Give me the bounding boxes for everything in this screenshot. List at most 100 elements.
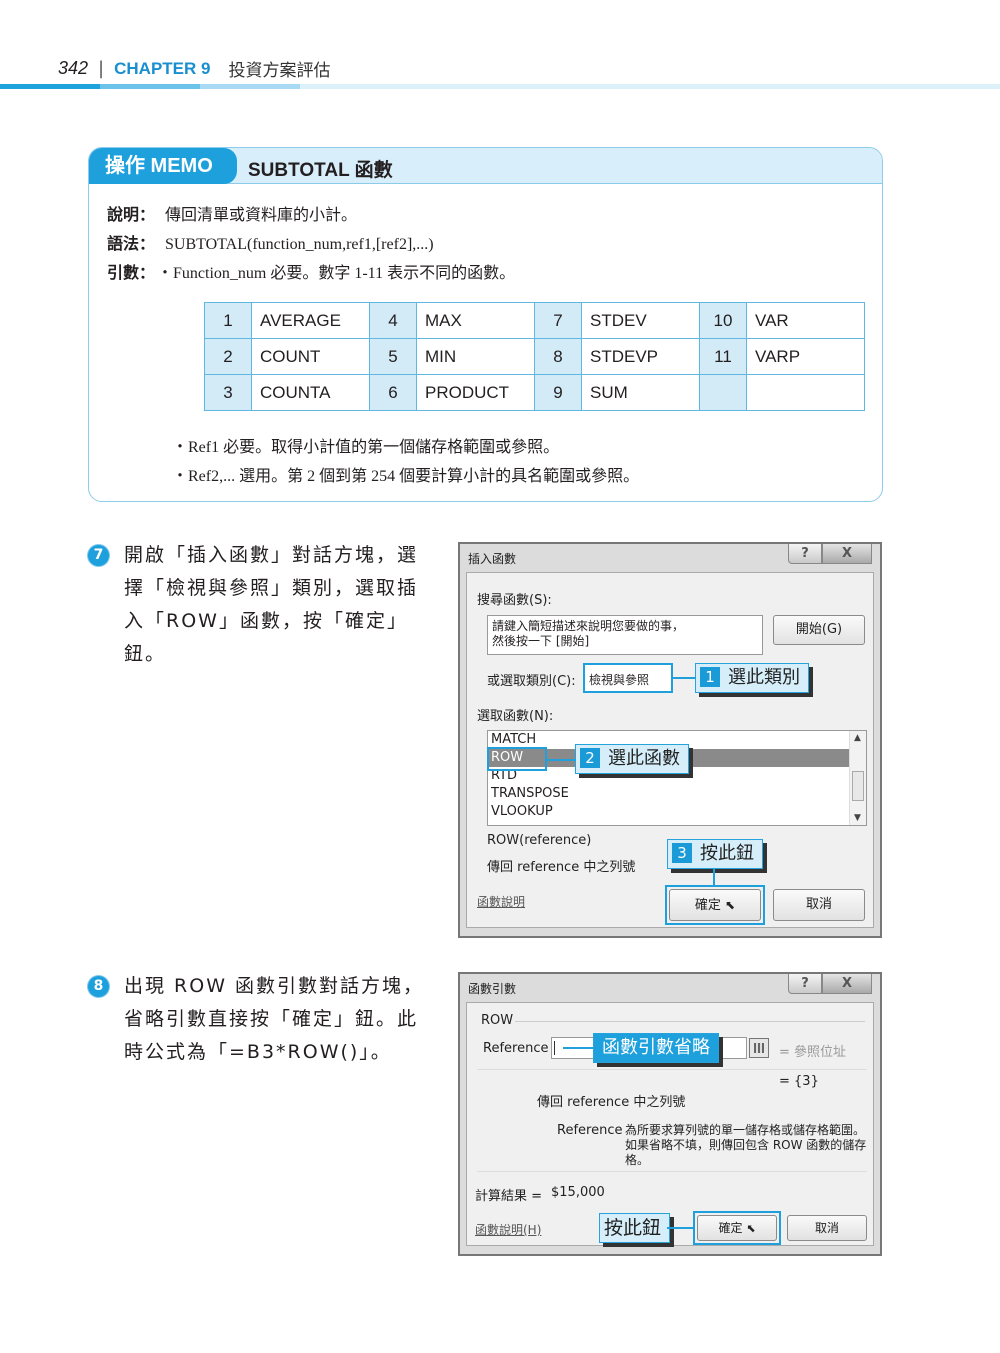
close-icon: X xyxy=(841,976,853,991)
function-help-link[interactable]: 函數說明 xyxy=(477,893,525,910)
callout-text: 選此類別 xyxy=(728,667,800,688)
step-line: 入「ROW」函數，按「確定」 xyxy=(124,610,408,632)
arg2-text: ・Ref1 必要。取得小計值的第一個儲存格範圍或參照。 xyxy=(172,439,560,456)
scrollbar[interactable]: ▲ ▼ xyxy=(849,731,866,825)
function-help-link[interactable]: 函數說明(H) xyxy=(475,1221,541,1238)
callout-text: 按此鈕 xyxy=(700,843,754,864)
chapter-label: CHAPTER 9 xyxy=(114,58,211,78)
select-function-label: 選取函數(N): xyxy=(477,709,554,724)
callout-argument-omitted: 函數引數省略 xyxy=(593,1033,719,1063)
function-name-cell: STDEV xyxy=(581,302,700,339)
header-bar xyxy=(0,84,100,89)
ok-button[interactable]: 確定 ⬉ xyxy=(669,889,761,921)
function-number-cell: 6 xyxy=(369,374,417,411)
close-button[interactable]: X xyxy=(822,544,872,564)
function-number-cell: 3 xyxy=(204,374,252,411)
args-label: 引數： xyxy=(107,263,148,282)
callout-connector xyxy=(667,1227,693,1229)
function-number-cell: 4 xyxy=(369,302,417,339)
memo-title: SUBTOTAL 函數 xyxy=(248,160,393,181)
category-select[interactable]: 檢視與參照 xyxy=(583,663,673,693)
callout-connector xyxy=(563,1047,593,1049)
step-line: 時公式為「=B3*ROW()」。 xyxy=(124,1041,392,1063)
memo-description: 說明： 傳回清單或資料庫的小計。 xyxy=(107,201,357,225)
range-picker-icon[interactable] xyxy=(749,1038,769,1058)
function-name: ROW xyxy=(481,1013,514,1028)
callout-connector xyxy=(673,677,695,679)
cursor-icon: ⬉ xyxy=(746,1222,756,1235)
help-button[interactable]: ? xyxy=(788,974,822,994)
scroll-thumb[interactable] xyxy=(852,771,864,801)
callout-press-button: 按此鈕 xyxy=(599,1213,671,1243)
table-row: 3 COUNTA 6 PRODUCT 9 SUM xyxy=(204,374,865,411)
ok-label: 確定 xyxy=(718,1221,743,1235)
step-line: 出現 ROW 函數引數對話方塊， xyxy=(124,975,425,997)
chapter-title: 投資方案評估 xyxy=(228,61,331,81)
function-list-item[interactable]: TRANSPOSE xyxy=(488,785,849,803)
syntax-text: SUBTOTAL(function_num,ref1,[ref2],...) xyxy=(165,236,434,253)
callout-number: 3 xyxy=(672,843,692,863)
desc-text: 傳回清單或資料庫的小計。 xyxy=(165,207,358,224)
scroll-down-icon[interactable]: ▼ xyxy=(854,813,861,823)
search-input[interactable]: 請鍵入簡短描述來說明您要做的事， 然後按一下 [開始] xyxy=(487,615,763,655)
step-8: 8 出現 ROW 函數引數對話方塊， 省略引數直接按「確定」鈕。此 時公式為「=… xyxy=(88,970,433,1069)
arg3-text: ・Ref2,... 選用。第 2 個到第 254 個要計算小計的具名範圍或參照。 xyxy=(172,468,640,485)
help-button[interactable]: ? xyxy=(788,544,822,564)
step-line: 省略引數直接按「確定」鈕。此 xyxy=(124,1008,419,1030)
step-7: 7 開啟「插入函數」對話方塊，選 擇「檢視與參照」類別，選取插 入「ROW」函數… xyxy=(88,539,433,671)
function-name-cell xyxy=(746,374,865,411)
function-name-cell: AVERAGE xyxy=(251,302,370,339)
help-icon: ? xyxy=(801,976,809,991)
dialog-title: 插入函數 xyxy=(468,552,517,566)
step-line: 擇「檢視與參照」類別，選取插 xyxy=(124,577,419,599)
function-number-cell xyxy=(699,374,747,411)
divider xyxy=(477,1171,867,1172)
function-description: 傳回 reference 中之列號 xyxy=(537,1095,686,1110)
function-number-cell: 5 xyxy=(369,338,417,375)
callout-press-button: 3 按此鈕 xyxy=(667,839,763,869)
step-line: 鈕。 xyxy=(124,643,167,665)
divider xyxy=(477,1069,867,1070)
cancel-button[interactable]: 取消 xyxy=(773,889,865,921)
argument-label: Reference xyxy=(483,1041,549,1056)
ok-button[interactable]: 確定 ⬉ xyxy=(697,1215,777,1241)
result-label: 計算結果 = xyxy=(475,1189,543,1204)
callout-select-category: 1 選此類別 xyxy=(695,663,809,693)
function-number-cell: 2 xyxy=(204,338,252,375)
header-bar xyxy=(100,84,200,89)
group-divider xyxy=(515,1021,865,1022)
cancel-button[interactable]: 取消 xyxy=(787,1215,867,1241)
memo-syntax: 語法： SUBTOTAL(function_num,ref1,[ref2],...… xyxy=(107,230,434,254)
function-name-cell: MIN xyxy=(416,338,535,375)
search-placeholder: 請鍵入簡短描述來說明您要做的事， xyxy=(492,619,685,633)
callout-connector xyxy=(547,759,575,761)
function-number-cell: 10 xyxy=(699,302,747,339)
function-number-cell: 1 xyxy=(204,302,252,339)
header-divider: | xyxy=(98,58,105,79)
function-list-item[interactable]: VLOOKUP xyxy=(488,803,849,821)
function-signature: ROW(reference) xyxy=(487,833,592,848)
scroll-up-icon[interactable]: ▲ xyxy=(854,733,861,743)
function-name-cell: VARP xyxy=(746,338,865,375)
search-placeholder: 然後按一下 [開始] xyxy=(492,634,590,648)
insert-function-dialog: 插入函數 ? X 搜尋函數(S): 請鍵入簡短描述來說明您要做的事， 然後按一下… xyxy=(458,542,882,938)
function-name-cell: COUNT xyxy=(251,338,370,375)
arg-description: 為所要求算列號的單一儲存格或儲存格範圍。 如果省略不填，則傳回包含 ROW 函數… xyxy=(625,1123,866,1168)
row-highlight xyxy=(487,747,547,771)
go-button[interactable]: 開始(G) xyxy=(773,615,865,645)
close-button[interactable]: X xyxy=(822,974,872,994)
callout-text: 選此函數 xyxy=(608,748,680,769)
desc-label: 說明： xyxy=(107,205,156,224)
arg-desc-line: 如果省略不填，則傳回包含 ROW 函數的儲存 xyxy=(625,1138,867,1152)
search-label: 搜尋函數(S): xyxy=(477,593,552,608)
inline-result: = {3} xyxy=(779,1074,819,1089)
help-icon: ? xyxy=(801,546,809,561)
function-num-table: 1 AVERAGE 4 MAX 7 STDEV 10 VAR 2 COUNT 5 MIN 8 STDEVP… xyxy=(204,302,865,411)
function-name-cell: PRODUCT xyxy=(416,374,535,411)
function-description: 傳回 reference 中之列號 xyxy=(487,860,636,875)
cursor-icon: ⬉ xyxy=(725,898,736,912)
table-row: 2 COUNT 5 MIN 8 STDEVP 11 VARP xyxy=(204,338,865,375)
function-number-cell: 9 xyxy=(534,374,582,411)
function-name-cell: SUM xyxy=(581,374,700,411)
function-number-cell: 8 xyxy=(534,338,582,375)
